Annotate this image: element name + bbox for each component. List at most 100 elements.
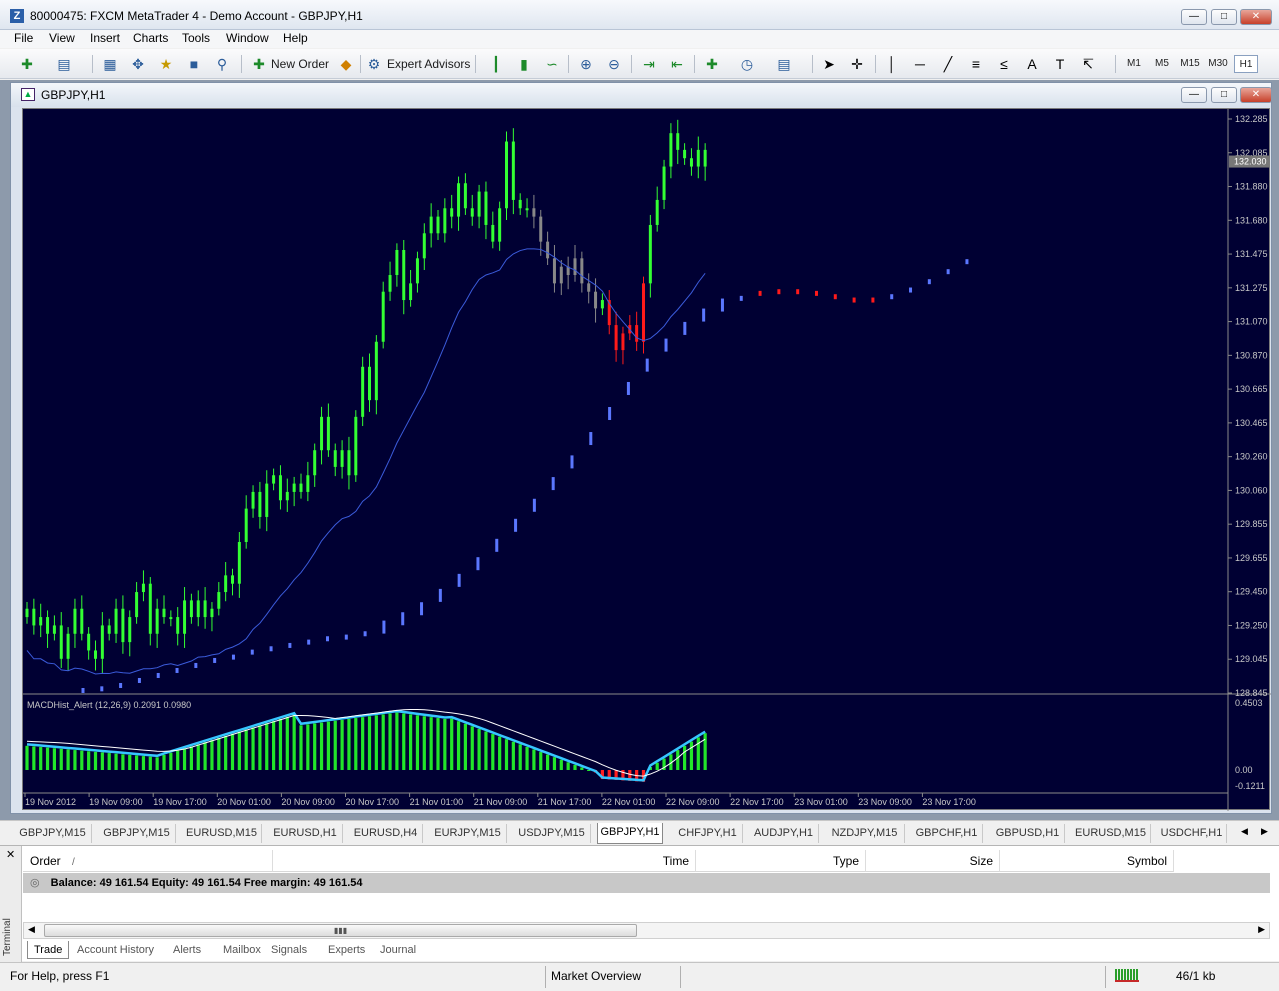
zoom-in-icon[interactable]: ⊕: [577, 55, 595, 73]
symbol-tab-gbpchf-h1[interactable]: GBPCHF,H1: [911, 824, 983, 843]
macd-histogram-bar: [347, 718, 351, 770]
macd-histogram-bar: [292, 714, 296, 770]
tabs-scroll-right-icon[interactable]: ▶: [1261, 826, 1268, 837]
candle-body: [292, 483, 296, 492]
candlestick-chart-icon[interactable]: ▮: [515, 55, 533, 73]
price-tick-label: 130.060: [1235, 485, 1268, 495]
menu-tools[interactable]: Tools: [180, 31, 212, 45]
menu-help[interactable]: Help: [281, 31, 310, 45]
column-header-order[interactable]: Order /: [23, 850, 273, 872]
macd-histogram-bar: [32, 746, 36, 770]
maximize-button[interactable]: □: [1211, 9, 1237, 25]
expert-advisors-icon[interactable]: ⚙: [365, 55, 383, 73]
auto-scroll-icon[interactable]: ⇥: [640, 55, 658, 73]
menu-window[interactable]: Window: [224, 31, 271, 45]
timeframe-m15-button[interactable]: M15: [1176, 55, 1204, 73]
macd-histogram-bar: [388, 713, 392, 770]
ma-band-dot: [344, 634, 348, 640]
strategy-tester-icon[interactable]: ⚲: [213, 55, 231, 73]
terminal-horizontal-scrollbar[interactable]: ◀ ▮▮▮ ▶: [23, 922, 1270, 939]
price-chart[interactable]: 132.285 132.085 131.880 131.680 131.475 131.2…: [22, 108, 1271, 811]
terminal-close-icon[interactable]: ✕: [6, 848, 15, 861]
terminal-tab-journal[interactable]: Journal: [380, 941, 416, 959]
vertical-line-icon[interactable]: │: [883, 55, 901, 73]
text-label-icon[interactable]: A: [1023, 55, 1041, 73]
column-header-symbol[interactable]: Symbol: [1000, 850, 1174, 872]
symbol-tab-gbpusd-h1[interactable]: GBPUSD,H1: [991, 824, 1065, 843]
chart-shift-icon[interactable]: ⇤: [668, 55, 686, 73]
terminal-tab-trade[interactable]: Trade: [27, 941, 70, 959]
market-watch-icon[interactable]: ▦: [101, 55, 119, 73]
terminal-tab-experts[interactable]: Experts: [328, 941, 365, 959]
scroll-right-arrow-icon[interactable]: ▶: [1258, 924, 1265, 935]
symbol-tab-chfjpy-h1[interactable]: CHFJPY,H1: [673, 824, 743, 843]
tabs-scroll-left-icon[interactable]: ◀: [1241, 826, 1248, 837]
menu-insert[interactable]: Insert: [88, 31, 122, 45]
ma-band-dot: [946, 269, 950, 275]
new-order-icon[interactable]: ✚: [250, 55, 268, 73]
terminal-tab-alerts[interactable]: Alerts: [173, 941, 201, 959]
column-header-time[interactable]: Time: [273, 850, 696, 872]
chart-minimize-button[interactable]: —: [1181, 87, 1207, 103]
indicators-icon[interactable]: ✚: [703, 55, 721, 73]
timeframe-h1-button[interactable]: H1: [1234, 55, 1258, 73]
menu-view[interactable]: View: [47, 31, 77, 45]
terminal-window-icon[interactable]: ■: [185, 55, 203, 73]
symbol-tab-usdjpy-m15[interactable]: USDJPY,M15: [513, 824, 591, 843]
status-profile[interactable]: Market Overview: [551, 969, 641, 983]
timeframe-m30-button[interactable]: M30: [1204, 55, 1232, 73]
close-button[interactable]: ✕: [1240, 9, 1272, 25]
templates-icon[interactable]: ▤: [775, 55, 793, 73]
trendline-icon[interactable]: ╱: [939, 55, 957, 73]
symbol-tab-eurusd-m15[interactable]: EURUSD,M15: [182, 824, 262, 843]
symbol-tab-nzdjpy-m15[interactable]: NZDJPY,M15: [825, 824, 905, 843]
new-chart-icon[interactable]: ✚: [18, 55, 36, 73]
fibonacci-icon[interactable]: ≤: [995, 55, 1013, 73]
symbol-tab-audjpy-h1[interactable]: AUDJPY,H1: [749, 824, 819, 843]
macd-histogram-bar: [155, 757, 159, 770]
symbol-tab-eurusd-h4[interactable]: EURUSD,H4: [349, 824, 423, 843]
bar-chart-icon[interactable]: ┃: [487, 55, 505, 73]
minimize-button[interactable]: —: [1181, 9, 1207, 25]
line-chart-icon[interactable]: ∽: [543, 55, 561, 73]
terminal-tab-mailbox[interactable]: Mailbox: [223, 941, 261, 959]
balance-row[interactable]: ◎ Balance: 49 161.54 Equity: 49 161.54 F…: [23, 873, 1270, 893]
menu-charts[interactable]: Charts: [131, 31, 170, 45]
crosshair-icon[interactable]: ✛: [848, 55, 866, 73]
chart-close-button[interactable]: ✕: [1240, 87, 1272, 103]
column-header-size[interactable]: Size: [866, 850, 1000, 872]
terminal-tab-account-history[interactable]: Account History: [77, 941, 154, 959]
symbol-tab-gbpjpy-m15[interactable]: GBPJPY,M15: [98, 824, 176, 843]
favorites-star-icon[interactable]: ★: [157, 55, 175, 73]
column-header-type[interactable]: Type: [696, 850, 866, 872]
signals-diamond-icon[interactable]: ◆: [337, 55, 355, 73]
scrollbar-thumb[interactable]: ▮▮▮: [44, 924, 637, 937]
zoom-out-icon[interactable]: ⊖: [605, 55, 623, 73]
ma-band-dot: [608, 407, 612, 421]
text-box-icon[interactable]: T: [1051, 55, 1069, 73]
terminal-tab-signals[interactable]: Signals: [271, 941, 307, 959]
scroll-left-arrow-icon[interactable]: ◀: [28, 924, 35, 935]
symbol-tab-eurjpy-m15[interactable]: EURJPY,M15: [429, 824, 507, 843]
cursor-arrow-icon[interactable]: ➤: [820, 55, 838, 73]
symbol-tab-gbpjpy-m15[interactable]: GBPJPY,M15: [14, 824, 92, 843]
symbol-tab-gbpjpy-h1[interactable]: GBPJPY,H1: [597, 823, 663, 844]
timeframe-m1-button[interactable]: M1: [1122, 55, 1146, 73]
periods-clock-icon[interactable]: ◷: [738, 55, 756, 73]
ma-band-dot: [438, 588, 442, 602]
menu-file[interactable]: File: [12, 31, 35, 45]
horizontal-line-icon[interactable]: ─: [911, 55, 929, 73]
arrows-icon[interactable]: ↸: [1079, 55, 1097, 73]
timeframe-m5-button[interactable]: M5: [1150, 55, 1174, 73]
profiles-icon[interactable]: ▤: [55, 55, 73, 73]
expert-advisors-button[interactable]: Expert Advisors: [387, 54, 470, 74]
navigator-icon[interactable]: ✥: [129, 55, 147, 73]
equidistant-channel-icon[interactable]: ≡: [967, 55, 985, 73]
new-order-button[interactable]: New Order: [271, 54, 329, 74]
symbol-tab-eurusd-h1[interactable]: EURUSD,H1: [268, 824, 343, 843]
chart-maximize-button[interactable]: □: [1211, 87, 1237, 103]
symbol-tab-usdchf-h1[interactable]: USDCHF,H1: [1157, 824, 1227, 843]
candle-body: [484, 191, 488, 225]
symbol-tab-eurusd-m15[interactable]: EURUSD,M15: [1071, 824, 1151, 843]
macd-histogram-bar: [326, 721, 330, 770]
